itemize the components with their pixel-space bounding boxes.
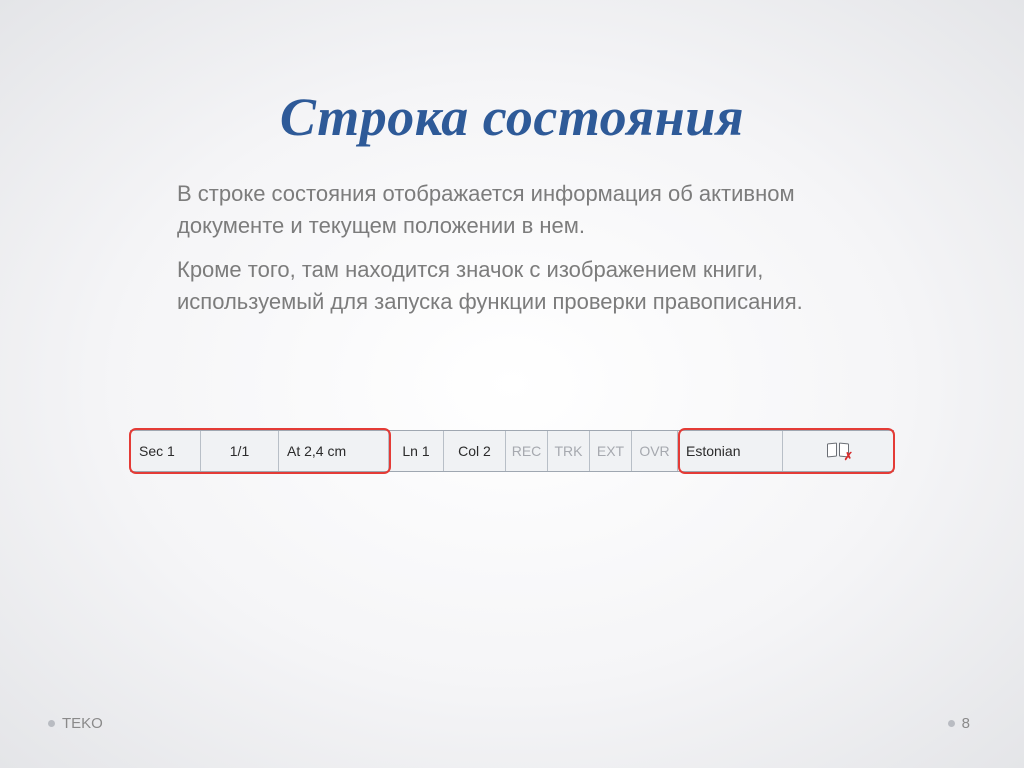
- bullet-dot-icon: [948, 720, 955, 727]
- statusbar-screenshot: Sec 1 1/1 At 2,4 cm Ln 1 Col 2 REC TRK E…: [130, 430, 894, 472]
- statusbar-ovr: OVR: [632, 431, 678, 471]
- slide-title: Строка состояния: [0, 86, 1024, 148]
- paragraph-1: В строке состояния отображается информац…: [177, 178, 847, 242]
- slide-body: В строке состояния отображается информац…: [177, 178, 847, 330]
- footer-brand-block: TEKO: [48, 715, 103, 732]
- footer-page-number: 8: [962, 715, 970, 732]
- bullet-dot-icon: [48, 720, 55, 727]
- footer-brand: TEKO: [62, 715, 103, 732]
- statusbar-page: 1/1: [201, 431, 279, 471]
- book-check-icon: ✗: [827, 443, 849, 459]
- statusbar-section: Sec 1: [131, 431, 201, 471]
- statusbar-ext: EXT: [590, 431, 632, 471]
- statusbar-rec: REC: [506, 431, 548, 471]
- statusbar-line: Ln 1: [389, 431, 444, 471]
- paragraph-2: Кроме того, там находится значок с изобр…: [177, 254, 847, 318]
- footer-page-block: 8: [948, 715, 970, 732]
- statusbar-spellcheck: ✗: [783, 431, 893, 471]
- statusbar-trk: TRK: [548, 431, 590, 471]
- statusbar-column: Col 2: [444, 431, 506, 471]
- statusbar-position: At 2,4 cm: [279, 431, 389, 471]
- statusbar-language: Estonian: [678, 431, 783, 471]
